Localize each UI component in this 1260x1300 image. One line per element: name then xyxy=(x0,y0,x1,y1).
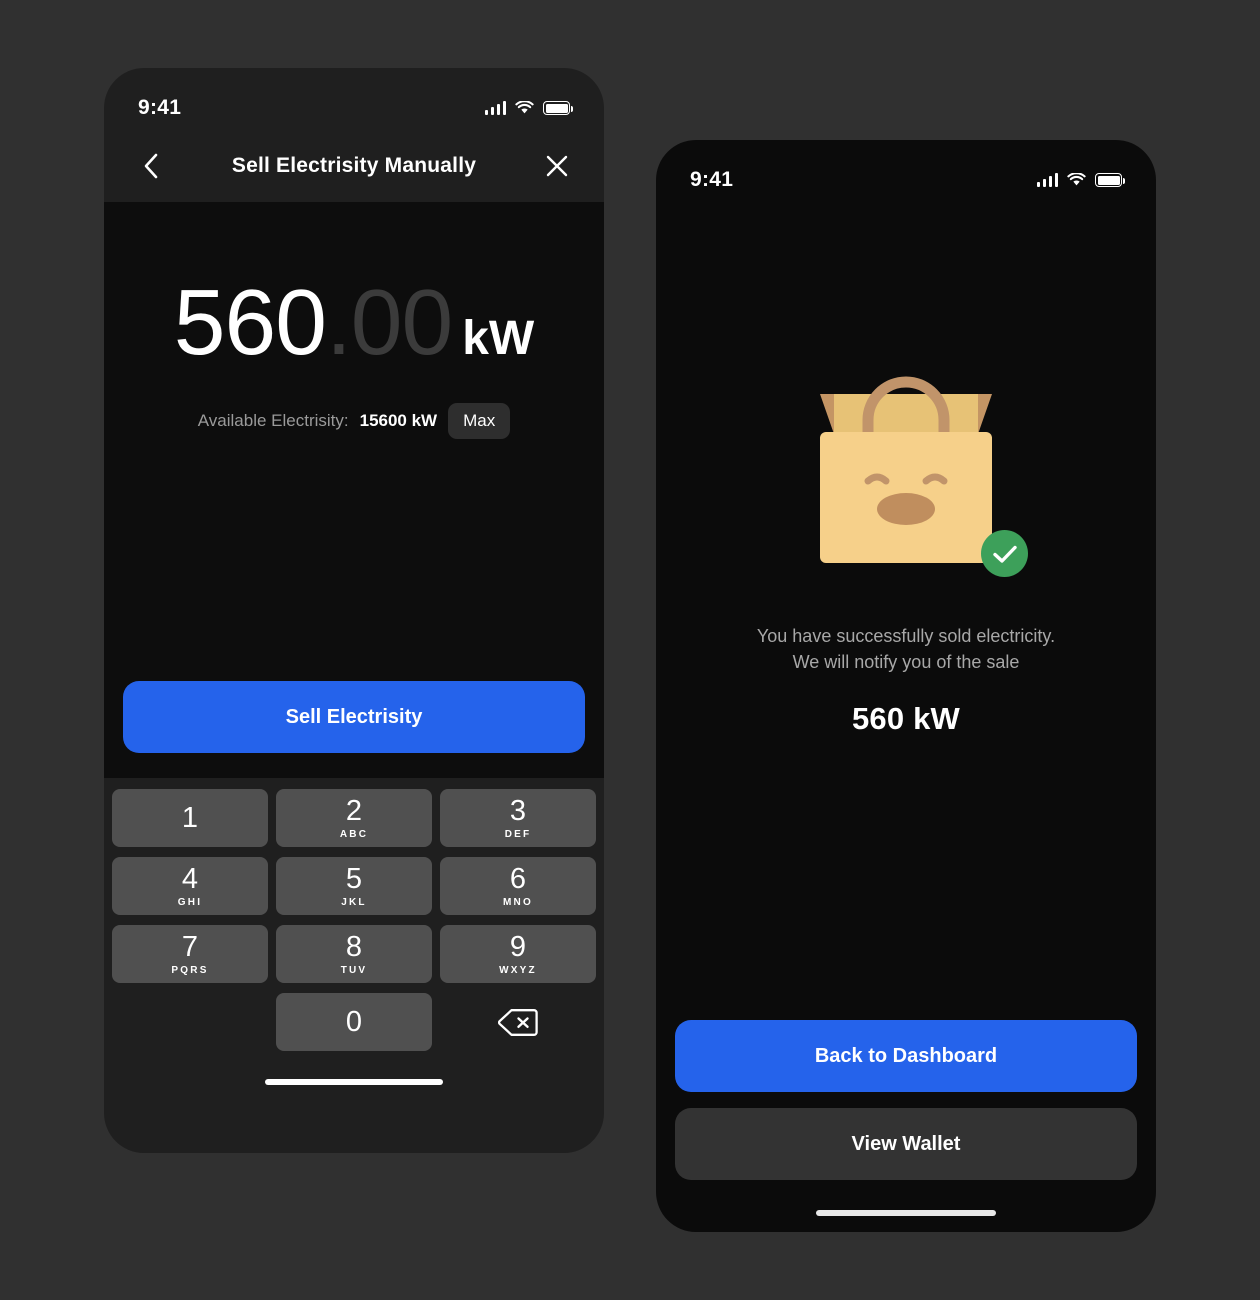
back-to-dashboard-button[interactable]: Back to Dashboard xyxy=(675,1020,1137,1092)
key-digit: 5 xyxy=(345,862,363,895)
amount-value: 560.00 kW xyxy=(104,276,604,369)
status-icons xyxy=(1036,172,1125,187)
sell-form-body: 560.00 kW Available Electrisity: 15600 kW… xyxy=(104,202,604,778)
check-circle-icon xyxy=(981,530,1028,577)
available-value: 15600 kW xyxy=(359,411,438,430)
home-indicator xyxy=(816,1210,996,1216)
key-digit: 0 xyxy=(345,1005,363,1038)
key-digit: 2 xyxy=(345,794,363,827)
status-icons xyxy=(484,100,573,115)
key-letters: MNO xyxy=(503,896,533,908)
key-letters: ABC xyxy=(339,828,369,840)
home-indicator xyxy=(265,1079,443,1085)
view-wallet-button[interactable]: View Wallet xyxy=(675,1108,1137,1180)
key-digit: 9 xyxy=(509,930,527,963)
key-spacer xyxy=(112,993,268,1051)
screenshot-stage: 9:41 Sell Electrisity Manually 560.00 kW… xyxy=(0,0,1260,1300)
success-amount: 560 kW xyxy=(851,701,961,737)
navigation-bar: Sell Electrisity Manually xyxy=(104,130,604,202)
key-letters: JKL xyxy=(341,896,367,908)
success-body: You have successfully sold electricity. … xyxy=(656,202,1156,1232)
success-message-line1: You have successfully sold electricity. xyxy=(756,626,1056,646)
sell-electricity-button[interactable]: Sell Electrisity xyxy=(123,681,585,753)
battery-icon xyxy=(543,101,573,115)
close-icon xyxy=(546,155,568,177)
key-5[interactable]: 5 JKL xyxy=(276,857,432,915)
key-8[interactable]: 8 TUV xyxy=(276,925,432,983)
page-title: Sell Electrisity Manually xyxy=(231,154,477,177)
home-indicator-container xyxy=(816,1180,996,1232)
key-2[interactable]: 2 ABC xyxy=(276,789,432,847)
keypad-row: 1 2 ABC 3 DEF xyxy=(108,784,600,852)
key-6[interactable]: 6 MNO xyxy=(440,857,596,915)
close-button[interactable] xyxy=(540,149,574,183)
phone-sell-electricity: 9:41 Sell Electrisity Manually 560.00 kW… xyxy=(104,68,604,1153)
key-letters: TUV xyxy=(340,964,368,976)
home-indicator-container xyxy=(104,1056,604,1099)
cellular-signal-icon xyxy=(484,101,506,115)
cellular-signal-icon xyxy=(1036,173,1058,187)
key-backspace[interactable] xyxy=(440,993,596,1051)
sell-cta-container: Sell Electrisity xyxy=(104,681,604,778)
key-0[interactable]: 0 xyxy=(276,993,432,1051)
wifi-icon xyxy=(515,100,534,115)
key-letters: WXYZ xyxy=(499,964,537,976)
backspace-icon xyxy=(498,1008,538,1036)
key-4[interactable]: 4 GHI xyxy=(112,857,268,915)
back-button[interactable] xyxy=(134,149,168,183)
amount-display[interactable]: 560.00 kW Available Electrisity: 15600 kW… xyxy=(104,202,604,439)
key-7[interactable]: 7 PQRS xyxy=(112,925,268,983)
status-bar: 9:41 xyxy=(104,68,604,130)
amount-unit: kW xyxy=(462,312,535,365)
phone-sale-success: 9:41 You have successfully sold electric… xyxy=(656,140,1156,1232)
success-message: You have successfully sold electricity. … xyxy=(757,623,1055,675)
keypad-row: 0 xyxy=(108,988,600,1056)
key-digit: 1 xyxy=(181,801,199,834)
numeric-keypad: 1 2 ABC 3 DEF 4 GHI 5 JKL 6 MNO 7 PQRS 8… xyxy=(104,778,604,1056)
key-digit: 8 xyxy=(345,930,363,963)
status-time: 9:41 xyxy=(138,96,182,119)
key-letters: PQRS xyxy=(171,964,209,976)
battery-icon xyxy=(1095,173,1125,187)
status-time: 9:41 xyxy=(690,168,734,191)
keypad-row: 7 PQRS 8 TUV 9 WXYZ xyxy=(108,920,600,988)
success-actions: Back to Dashboard View Wallet xyxy=(656,1020,1156,1180)
amount-integer: 560 xyxy=(173,270,327,374)
max-button[interactable]: Max xyxy=(448,403,511,439)
chevron-left-icon xyxy=(144,153,158,179)
key-digit: 6 xyxy=(509,862,527,895)
status-bar: 9:41 xyxy=(656,140,1156,202)
key-letters: DEF xyxy=(504,828,532,840)
key-digit: 4 xyxy=(181,862,199,895)
available-label: Available Electrisity: xyxy=(197,411,349,430)
key-1[interactable]: 1 xyxy=(112,789,268,847)
key-letters: GHI xyxy=(177,896,203,908)
wifi-icon xyxy=(1067,172,1086,187)
key-9[interactable]: 9 WXYZ xyxy=(440,925,596,983)
key-digit: 3 xyxy=(509,794,527,827)
key-3[interactable]: 3 DEF xyxy=(440,789,596,847)
shopping-bag-illustration xyxy=(806,354,1028,577)
success-message-line2: We will notify you of the sale xyxy=(792,652,1020,673)
key-digit: 7 xyxy=(181,930,199,963)
available-electricity-row: Available Electrisity: 15600 kW Max xyxy=(104,403,604,439)
keypad-row: 4 GHI 5 JKL 6 MNO xyxy=(108,852,600,920)
amount-decimal: .00 xyxy=(325,270,453,374)
